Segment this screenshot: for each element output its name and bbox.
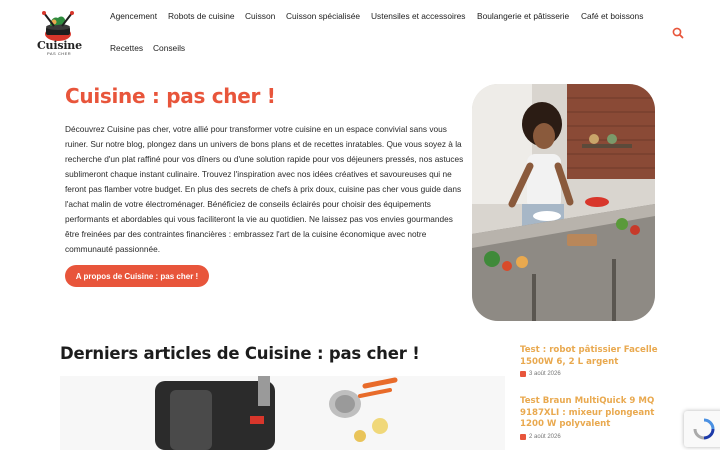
- page-title: Cuisine : pas cher !: [65, 84, 276, 108]
- nav-item-ustensiles[interactable]: Ustensiles et accessoires: [371, 11, 466, 21]
- side-post-title[interactable]: Test Braun MultiQuick 9 MQ 9187XLI : mix…: [520, 396, 680, 431]
- latest-articles-title: Derniers articles de Cuisine : pas cher …: [60, 344, 420, 363]
- side-post: Test : robot pâtissier Facelle 1500W 6, …: [520, 345, 680, 377]
- nav-item-robots-de-cuisine[interactable]: Robots de cuisine: [168, 11, 235, 21]
- intro-paragraph: Découvrez Cuisine pas cher, votre allié …: [65, 124, 464, 254]
- calendar-icon: [520, 433, 526, 440]
- search-icon[interactable]: [672, 27, 684, 39]
- side-post-date-row: 3 août 2026: [520, 371, 680, 377]
- nav-item-conseils[interactable]: Conseils: [153, 43, 185, 53]
- nav-item-cuisson-specialisee[interactable]: Cuisson spécialisée: [286, 11, 360, 21]
- calendar-icon: [520, 371, 526, 377]
- nav-item-cafe-boissons[interactable]: Café et boissons: [581, 11, 643, 21]
- recaptcha-icon: [693, 418, 715, 440]
- nav-item-recettes[interactable]: Recettes: [110, 43, 143, 53]
- nav-item-agencement[interactable]: Agencement: [110, 11, 157, 21]
- recaptcha-badge[interactable]: [684, 411, 720, 447]
- side-post-date: 2 août 2026: [529, 433, 561, 440]
- logo-tagline: PAS CHER: [47, 51, 72, 56]
- side-post-date-row: 2 août 2026: [520, 433, 680, 440]
- side-post: Test Braun MultiQuick 9 MQ 9187XLI : mix…: [520, 396, 680, 440]
- nav-item-boulangerie[interactable]: Boulangerie et pâtisserie: [477, 11, 569, 21]
- side-post-title[interactable]: Test : robot pâtissier Facelle 1500W 6, …: [520, 345, 680, 368]
- featured-article-image[interactable]: [60, 376, 505, 450]
- about-button[interactable]: A propos de Cuisine : pas cher !: [65, 265, 209, 287]
- nav-item-cuisson[interactable]: Cuisson: [245, 11, 275, 21]
- hero-kitchen-image: [472, 84, 655, 321]
- side-post-date: 3 août 2026: [529, 371, 561, 377]
